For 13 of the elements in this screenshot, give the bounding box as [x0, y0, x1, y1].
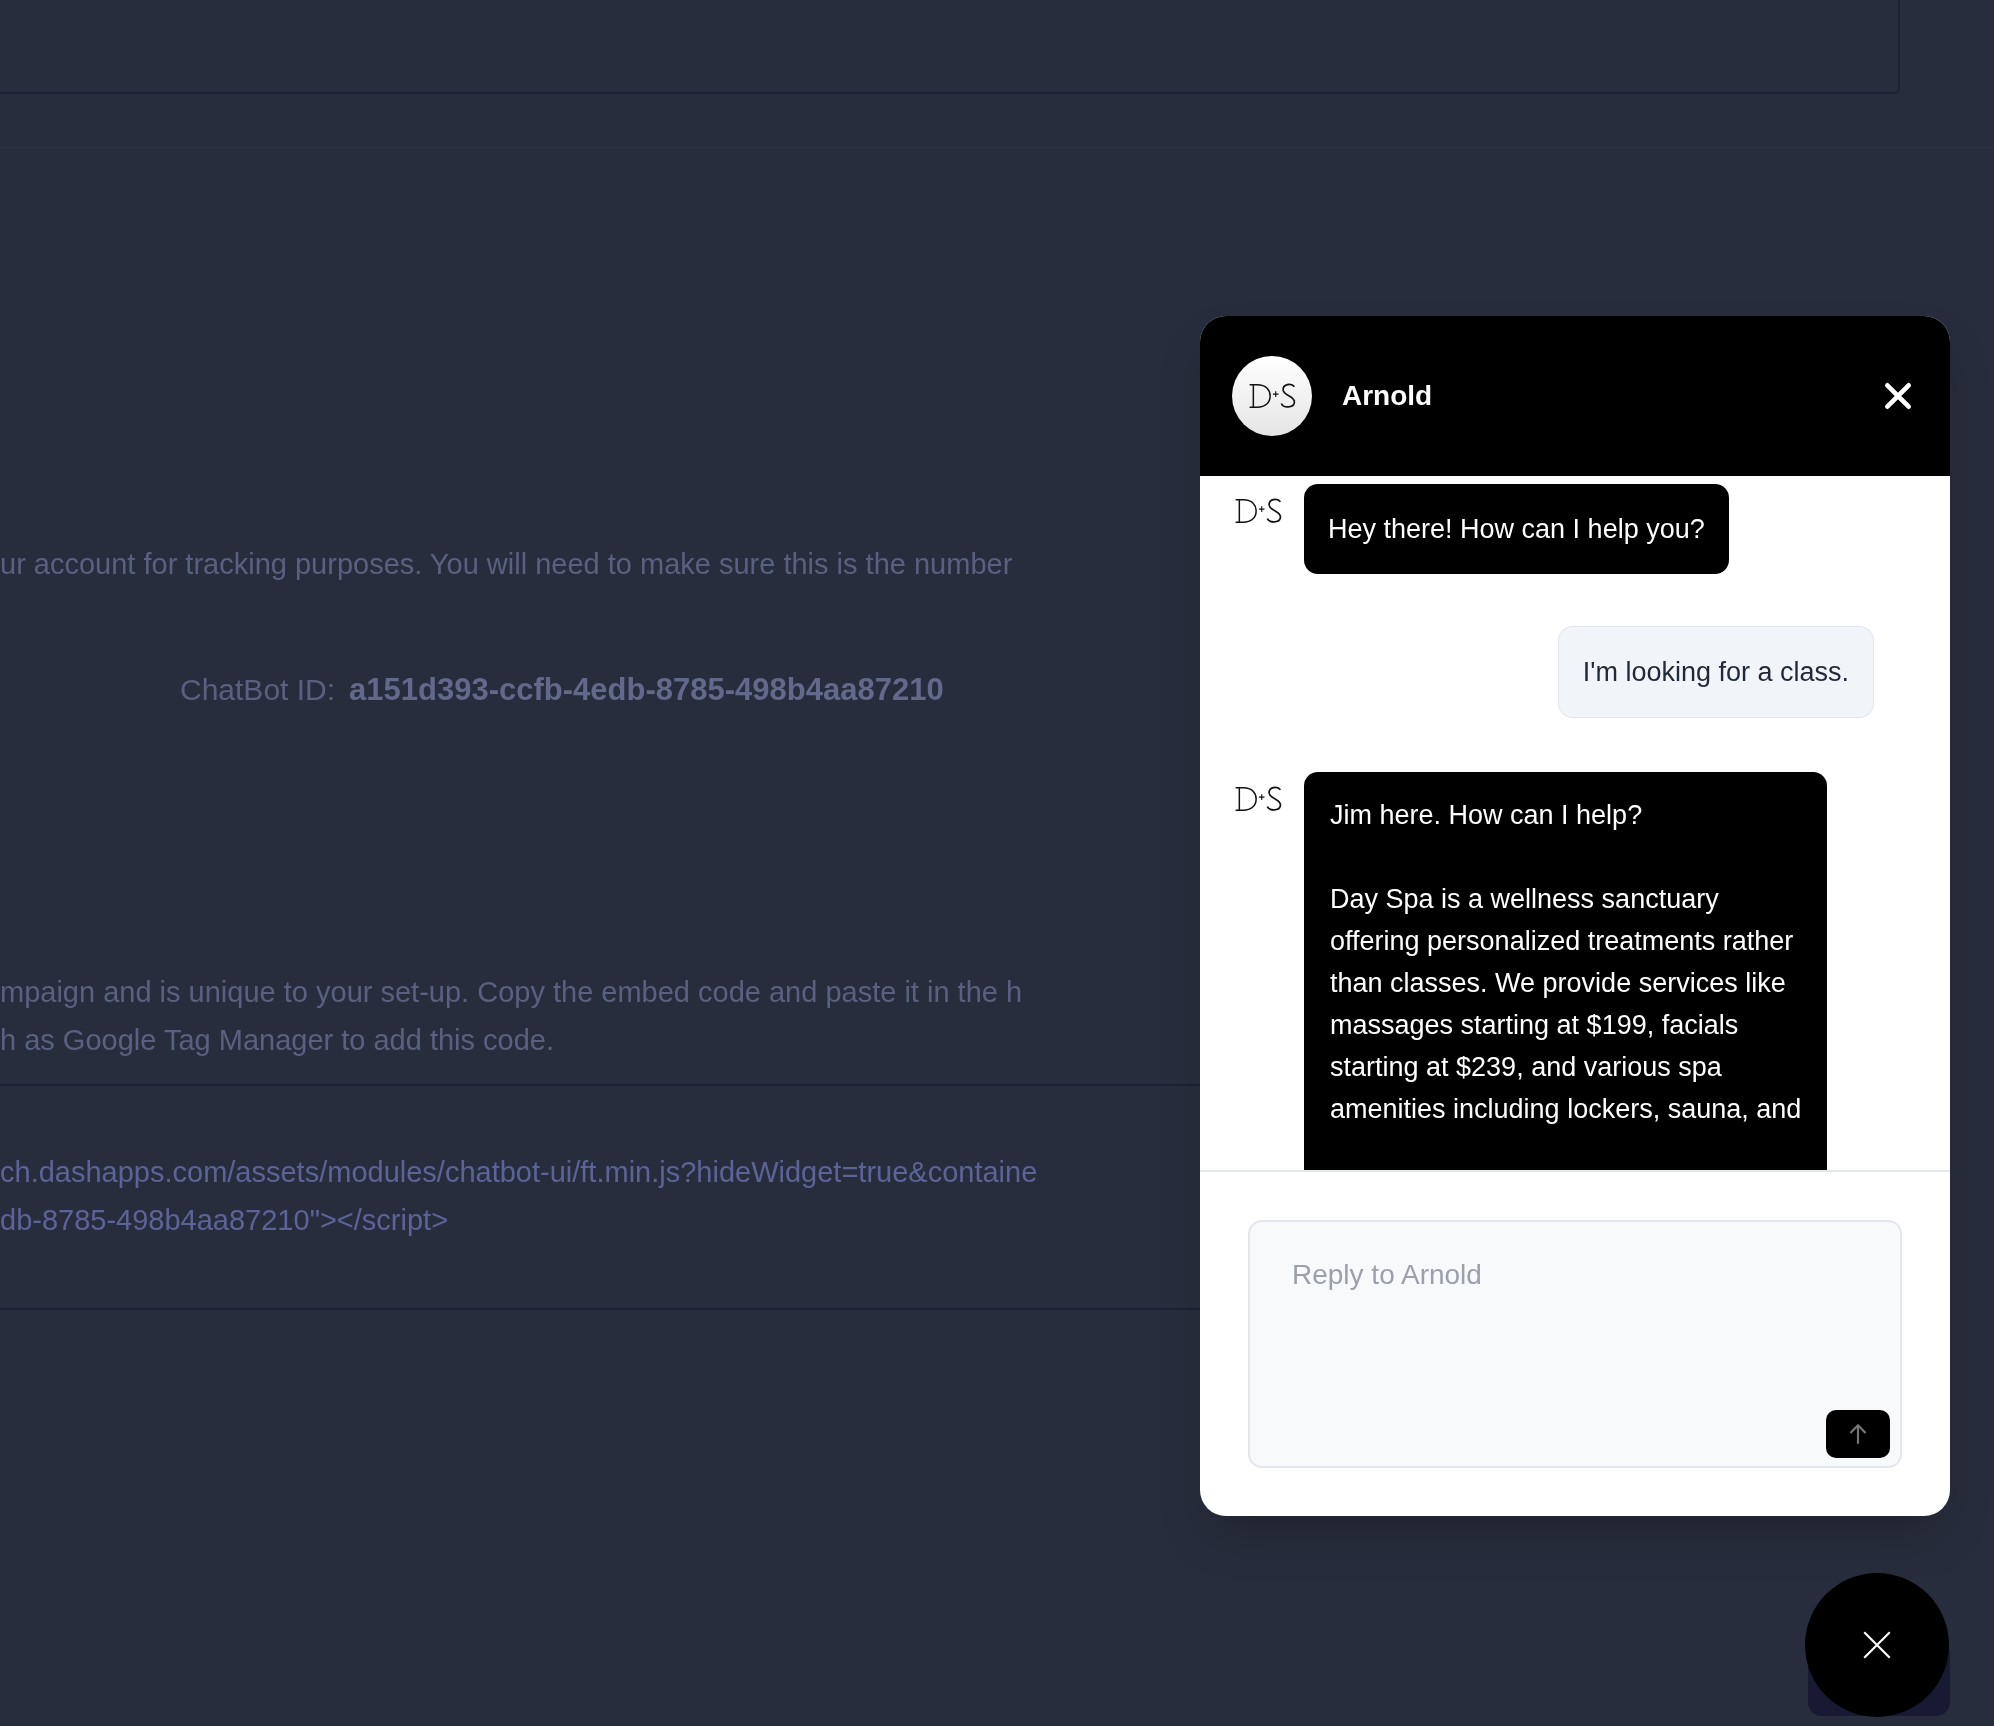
tracking-description: ur account for tracking purposes. You will need to make sure this is the number [0, 547, 1013, 582]
message-text: Hey there! How can I help you? [1328, 513, 1705, 546]
reply-field[interactable]: Reply to Arnold [1248, 1220, 1902, 1468]
send-button[interactable] [1826, 1410, 1890, 1458]
message-text: I'm looking for a class. [1582, 656, 1849, 690]
embed-description: mpaign and is unique to your set-up. Copy the embed code and paste it in the h h as Google Tag Manager to add this code. [0, 975, 1023, 1058]
embed-code: ch.dashapps.com/assets/modules/chatbot-ui/ft.min.js?hideWidget=true&containe db-8785-498b4aa87210"></script> [0, 1155, 1038, 1238]
message-text: Day Spa is a wellness sanctuary offering personalized treatments rather than classes. We provide services like massages starting at $199, facials starting at $239, and various spa amenities including lockers, sauna, and [1330, 883, 1802, 1126]
chatbot-id-label: ChatBot ID: [180, 671, 336, 708]
close-icon [1882, 380, 1914, 412]
agent-name: Arnold [1342, 379, 1433, 413]
chatbot-id: a151d393-ccfb-4edb-8785-498b4aa87210 [349, 670, 944, 709]
message-text: Jim here. How can I help? [1330, 799, 1644, 832]
